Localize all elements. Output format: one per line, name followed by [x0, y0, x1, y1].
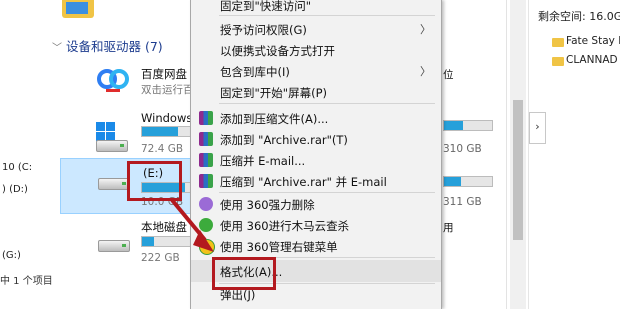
free-space-label: 剩余空间: 16.0G	[538, 10, 620, 23]
menu-item-label: 固定到"开始"屏幕(P)	[220, 86, 327, 100]
highlight-box-drive	[127, 161, 182, 201]
winrar-icon	[199, 174, 213, 188]
winrar-icon	[199, 111, 213, 125]
menu-item-label: 使用 360进行木马云查杀	[220, 219, 350, 233]
menu-separator	[219, 103, 435, 104]
menu-item-label: 使用 360管理右键菜单	[220, 240, 338, 254]
menu-item-360-scan[interactable]: 使用 360进行木马云查杀	[191, 214, 441, 236]
menu-item-add-archive-rar[interactable]: 添加到 "Archive.rar"(T)	[191, 128, 441, 150]
menu-item-include-library[interactable]: 包含到库中(I) 〉	[191, 60, 441, 82]
status-bar-selection: 中 1 个项目	[0, 276, 53, 287]
folder-icon	[552, 38, 564, 47]
menu-separator	[219, 15, 435, 16]
submenu-arrow-icon: 〉	[420, 65, 431, 78]
menu-item-grant-access[interactable]: 授予访问权限(G) 〉	[191, 18, 441, 40]
menu-item-label: 使用 360强力删除	[220, 198, 315, 212]
360-scan-icon	[199, 218, 213, 232]
winrar-icon	[199, 153, 213, 167]
chevron-down-icon: ﹀	[52, 43, 62, 54]
menu-item-label: 包含到库中(I)	[220, 65, 290, 79]
windows-logo-icon	[96, 122, 115, 141]
menu-item-label: 固定到"快速访问"	[220, 0, 312, 13]
highlight-box-format	[212, 257, 276, 290]
nav-drive-g[interactable]: (G:)	[2, 250, 21, 261]
menu-item-label: 添加到压缩文件(A)...	[220, 112, 329, 126]
navigation-pane: 10 (C: ) (D:) (G:)	[0, 0, 40, 309]
expand-arrow-button[interactable]: ›	[529, 112, 546, 144]
folder-icon	[552, 57, 564, 66]
panel-folder-fate[interactable]: Fate Stay N	[566, 35, 620, 47]
item-total-size-2: 311 GB	[443, 196, 482, 208]
menu-item-label: 压缩并 E-mail...	[220, 154, 306, 168]
scrollbar-thumb[interactable]	[513, 100, 523, 240]
group-header-label: 设备和驱动器 (7)	[66, 39, 163, 54]
menu-item-add-archive[interactable]: 添加到压缩文件(A)...	[191, 107, 441, 129]
item-sub-windows: 72.4 GB	[141, 143, 184, 155]
item-name-local-disk[interactable]: 本地磁盘	[141, 219, 187, 235]
hard-disk-icon	[98, 178, 130, 190]
baidu-netdisk-icon	[97, 69, 129, 92]
usage-bar-right-2	[443, 176, 493, 187]
menu-item-label: 压缩到 "Archive.rar" 并 E-mail	[220, 175, 387, 189]
pane-divider	[506, 0, 507, 309]
usage-bar-right-1	[443, 120, 493, 131]
item-sub-baidu: 双击运行百	[141, 84, 194, 96]
item-name-baidu[interactable]: 百度网盘	[141, 66, 187, 82]
submenu-arrow-icon: 〉	[420, 23, 431, 36]
menu-item-360-delete[interactable]: 使用 360强力删除	[191, 193, 441, 215]
item-location-label: 位	[443, 69, 454, 81]
menu-item-360-manage[interactable]: 使用 360管理右键菜单	[191, 235, 441, 257]
menu-item-label: 授予访问权限(G)	[220, 23, 307, 37]
hard-disk-icon	[96, 140, 128, 152]
nav-drive-d[interactable]: ) (D:)	[2, 184, 28, 195]
usage-bar-windows	[141, 126, 191, 137]
menu-item-pin-start[interactable]: 固定到"开始"屏幕(P)	[191, 81, 441, 103]
menu-item-open-portable[interactable]: 以便携式设备方式打开	[191, 39, 441, 61]
menu-item-label: 添加到 "Archive.rar"(T)	[220, 133, 348, 147]
panel-folder-clannad[interactable]: CLANNAD	[566, 54, 618, 66]
item-sub-local-disk: 222 GB	[141, 252, 180, 264]
usage-bar-fill-local-disk	[142, 237, 154, 246]
item-location-label-2: 用	[443, 222, 454, 234]
usage-bar-local-disk	[141, 236, 191, 247]
menu-item-pin-quick-access[interactable]: 固定到"快速访问"	[191, 0, 441, 16]
menu-item-compress-rar-email[interactable]: 压缩到 "Archive.rar" 并 E-mail	[191, 170, 441, 192]
folder-icon	[62, 0, 94, 18]
item-name-windows[interactable]: Windows	[141, 111, 192, 125]
hard-disk-icon	[98, 240, 130, 252]
usage-bar-fill-windows	[142, 127, 178, 136]
menu-item-label: 以便携式设备方式打开	[220, 44, 335, 58]
360-delete-icon	[199, 197, 213, 211]
menu-item-compress-email[interactable]: 压缩并 E-mail...	[191, 149, 441, 171]
nav-drive-c[interactable]: 10 (C:	[2, 162, 32, 173]
360-menu-icon	[199, 239, 215, 255]
item-total-size-1: 310 GB	[443, 143, 482, 155]
group-header-devices[interactable]: ﹀ 设备和驱动器 (7)	[52, 36, 163, 55]
winrar-icon	[199, 132, 213, 146]
